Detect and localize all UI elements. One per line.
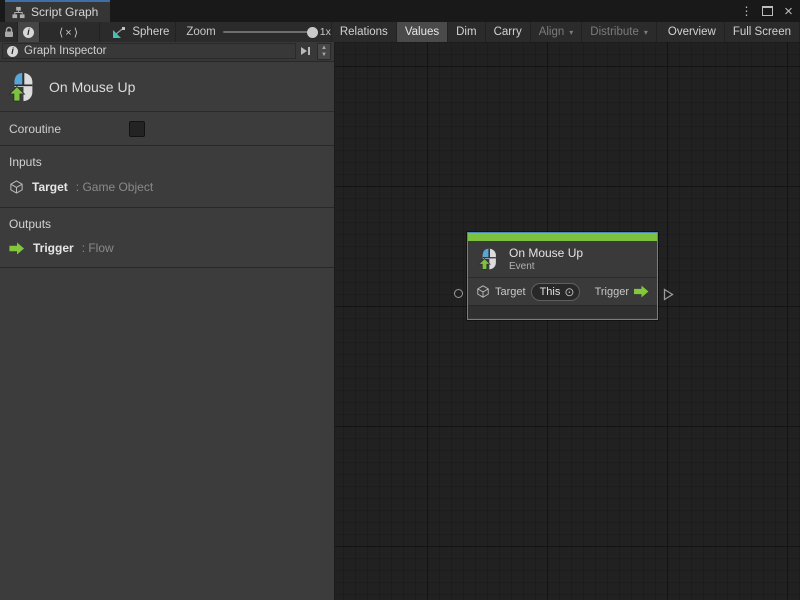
inspector-header: i Graph Inspector ▲ ▼ [0, 42, 334, 62]
mouse-up-icon [478, 248, 500, 270]
scroll-down-icon[interactable]: ▼ [318, 52, 330, 60]
object-picker-icon[interactable]: ⊙ [564, 286, 574, 298]
unit-title-block: On Mouse Up [0, 62, 334, 112]
tab-script-graph[interactable]: Script Graph [5, 0, 110, 22]
target-value-pill[interactable]: This ⊙ [531, 283, 581, 301]
input-port-row: Target : Game Object [9, 179, 325, 195]
input-port-type: : Game Object [76, 180, 153, 194]
lock-button[interactable] [0, 22, 18, 42]
full-screen-button[interactable]: Full Screen [725, 22, 800, 42]
input-port-name: Target [32, 180, 68, 194]
node-input-connection-port[interactable] [454, 289, 463, 298]
dock-icon [299, 46, 311, 56]
node-footer [468, 305, 657, 318]
event-accent-bar [468, 233, 657, 241]
chevron-down-icon: ▾ [644, 28, 648, 37]
info-icon: i [23, 27, 34, 38]
maximize-icon[interactable] [759, 3, 776, 20]
zoom-level: 1x [320, 26, 331, 38]
node-subtitle: Event [509, 261, 583, 272]
output-port-row: Trigger : Flow [9, 241, 325, 255]
trigger-port-label: Trigger [595, 286, 629, 298]
tab-bar: Script Graph ⋮ × [0, 0, 800, 22]
graph-asset-icon [112, 26, 126, 39]
node-title: On Mouse Up [509, 246, 583, 260]
target-value: This [540, 286, 561, 298]
dim-button[interactable]: Dim [448, 22, 485, 42]
inspector-title: Graph Inspector [24, 45, 106, 57]
coroutine-checkbox[interactable] [129, 121, 145, 137]
graph-toolbar: i ⟨×⟩ Sphere Zoom 1x Relations Values Di… [0, 22, 800, 43]
align-dropdown[interactable]: Align ▾ [531, 22, 583, 42]
node-titles: On Mouse Up Event [509, 246, 583, 272]
distribute-label: Distribute [590, 26, 639, 38]
node-output-connection-port[interactable] [663, 288, 674, 301]
close-icon[interactable]: × [780, 3, 797, 20]
flow-arrow-icon [634, 285, 649, 298]
coroutine-row: Coroutine [0, 112, 334, 146]
target-port-label: Target [495, 286, 526, 298]
inputs-title: Inputs [9, 155, 325, 169]
outputs-title: Outputs [9, 217, 325, 231]
node-ports-row: Target This ⊙ Trigger [468, 278, 657, 305]
game-object-cube-icon [476, 284, 490, 299]
window-controls: ⋮ × [738, 0, 797, 22]
align-label: Align [539, 26, 565, 38]
zoom-label: Zoom [186, 26, 215, 38]
distribute-dropdown[interactable]: Distribute ▾ [582, 22, 657, 42]
window-menu-icon[interactable]: ⋮ [738, 3, 755, 20]
coroutine-label: Coroutine [9, 122, 129, 136]
zoom-slider-handle[interactable] [307, 27, 318, 38]
script-graph-icon [12, 6, 25, 19]
inspector-toggle-button[interactable]: i [18, 22, 39, 42]
dock-panel-button[interactable] [297, 44, 313, 58]
mouse-up-icon [8, 72, 38, 102]
inspector-header-titlebox: i Graph Inspector [2, 43, 296, 59]
graph-inspector-panel: i Graph Inspector ▲ ▼ [0, 42, 335, 600]
flow-arrow-icon [9, 242, 25, 255]
node-header[interactable]: On Mouse Up Event [468, 241, 657, 278]
scroll-up-icon[interactable]: ▲ [318, 44, 330, 52]
game-object-cube-icon [9, 179, 24, 195]
info-icon: i [7, 46, 18, 57]
tab-label: Script Graph [31, 5, 98, 19]
carry-button[interactable]: Carry [486, 22, 531, 42]
zoom-slider[interactable] [223, 31, 313, 33]
overview-button[interactable]: Overview [660, 22, 725, 42]
output-port-name: Trigger [33, 241, 74, 255]
breadcrumb[interactable]: Sphere [100, 22, 176, 42]
graph-canvas[interactable]: On Mouse Up Event Target This ⊙ Trigger [335, 42, 800, 600]
script-graph-window: Script Graph ⋮ × i ⟨×⟩ [0, 0, 800, 600]
edit-code-button[interactable]: ⟨×⟩ [40, 22, 101, 42]
breadcrumb-label: Sphere [132, 26, 169, 38]
chevron-down-icon: ▾ [569, 28, 573, 37]
zoom-control: Zoom 1x [176, 22, 332, 42]
on-mouse-up-node[interactable]: On Mouse Up Event Target This ⊙ Trigger [467, 232, 658, 320]
lock-icon [3, 26, 15, 38]
panel-scroll-spinner: ▲ ▼ [317, 43, 331, 60]
values-button[interactable]: Values [397, 22, 448, 42]
trigger-port[interactable]: Trigger [595, 285, 649, 298]
maximize-icon-shape [762, 6, 773, 16]
inputs-section: Inputs Target : Game Object [0, 146, 334, 208]
relations-button[interactable]: Relations [332, 22, 397, 42]
outputs-section: Outputs Trigger : Flow [0, 208, 334, 268]
output-port-type: : Flow [82, 241, 114, 255]
unit-title: On Mouse Up [49, 79, 135, 95]
